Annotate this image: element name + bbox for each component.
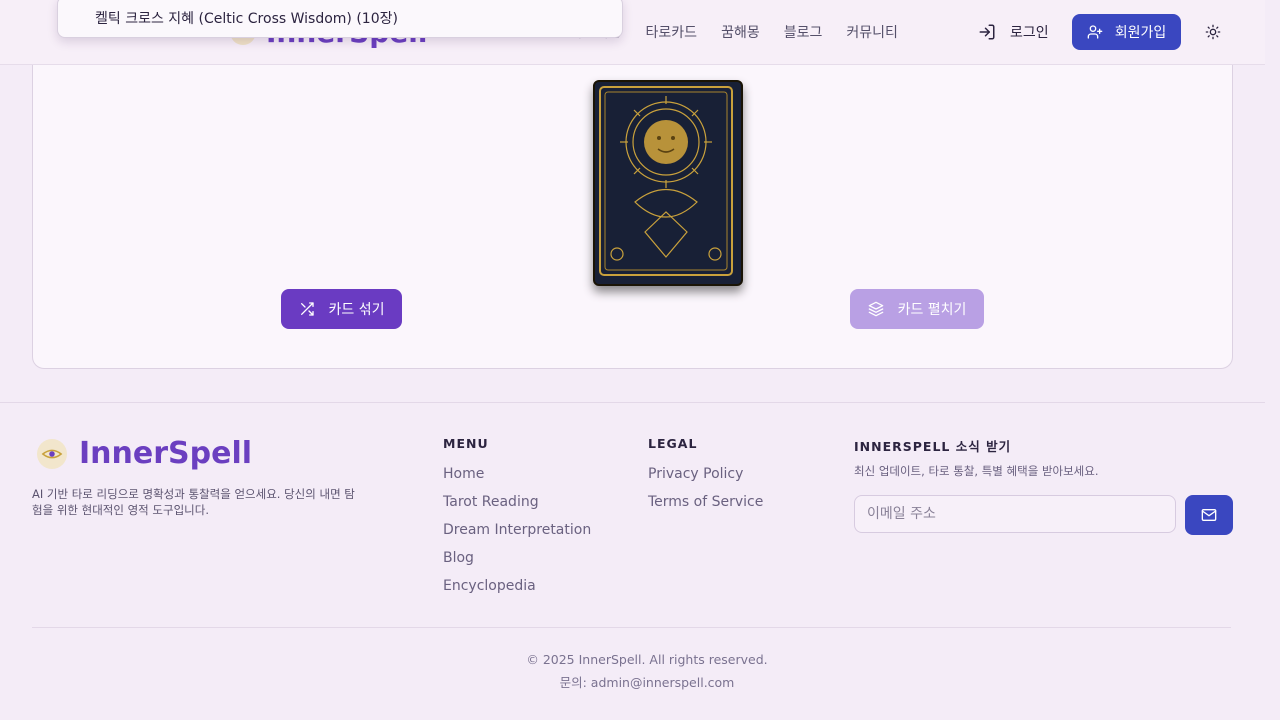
newsletter-description: 최신 업데이트, 타로 통찰, 특별 혜택을 받아보세요. (854, 464, 1099, 478)
spread-cards-button[interactable]: 카드 펼치기 (850, 289, 984, 329)
eye-logo-icon (37, 438, 67, 469)
footer-link-privacy[interactable]: Privacy Policy (648, 465, 763, 493)
footer-description: AI 기반 타로 리딩으로 명확성과 통찰력을 얻으세요. 당신의 내면 탐험을… (32, 487, 355, 517)
footer-bottom-divider (32, 627, 1231, 628)
footer-brand-name: InnerSpell (79, 436, 253, 471)
nav-tarot-cards[interactable]: 타로카드 (646, 22, 698, 42)
login-button[interactable]: 로그인 (978, 14, 1049, 50)
newsletter-email-input[interactable] (854, 495, 1176, 533)
sun-face-card-art (599, 86, 733, 276)
footer-link-blog[interactable]: Blog (443, 549, 591, 577)
shuffle-cards-button[interactable]: 카드 섞기 (281, 289, 402, 329)
copyright: © 2025 InnerSpell. All rights reserved. (526, 652, 768, 667)
shuffle-icon (300, 302, 314, 316)
signup-button[interactable]: 회원가입 (1072, 14, 1181, 50)
menu-title: MENU (443, 436, 489, 451)
footer-link-home[interactable]: Home (443, 465, 591, 493)
newsletter-title: INNERSPELL 소식 받기 (854, 439, 1012, 454)
nav-community[interactable]: 커뮤니티 (846, 22, 898, 42)
nav-dream[interactable]: 꿈해몽 (721, 22, 760, 42)
contact-email: 문의: admin@innerspell.com (559, 675, 735, 690)
spread-dropdown[interactable]: 켈틱 크로스 지혜 (Celtic Cross Wisdom) (10장) (57, 0, 623, 38)
theme-toggle[interactable] (1202, 21, 1224, 43)
mail-icon (1201, 509, 1217, 521)
footer-link-encyclopedia[interactable]: Encyclopedia (443, 577, 591, 605)
user-plus-icon (1087, 25, 1103, 39)
legal-links: Privacy Policy Terms of Service (648, 465, 763, 521)
footer-brand[interactable]: InnerSpell (37, 436, 252, 471)
menu-links: Home Tarot Reading Dream Interpretation … (443, 465, 591, 605)
signup-label: 회원가입 (1114, 25, 1167, 41)
reading-panel: 카드 섞기 카드 펼치기 (32, 40, 1233, 369)
dropdown-option-celtic-cross[interactable]: 켈틱 크로스 지혜 (Celtic Cross Wisdom) (10장) (95, 8, 398, 28)
sun-icon (1205, 24, 1221, 40)
newsletter-submit-button[interactable] (1185, 495, 1233, 535)
log-in-icon (979, 24, 995, 40)
page-scrollbar[interactable] (1265, 0, 1280, 720)
tarot-card-back[interactable] (593, 80, 743, 286)
login-label: 로그인 (1010, 25, 1049, 41)
shuffle-label: 카드 섞기 (328, 302, 385, 318)
layers-icon (868, 301, 883, 317)
footer-link-terms[interactable]: Terms of Service (648, 493, 763, 521)
footer-link-tarot-reading[interactable]: Tarot Reading (443, 493, 591, 521)
footer-link-dream[interactable]: Dream Interpretation (443, 521, 591, 549)
nav-blog[interactable]: 블로그 (784, 22, 823, 42)
spread-label: 카드 펼치기 (897, 302, 967, 318)
footer-divider (0, 402, 1265, 403)
legal-title: LEGAL (648, 436, 698, 451)
